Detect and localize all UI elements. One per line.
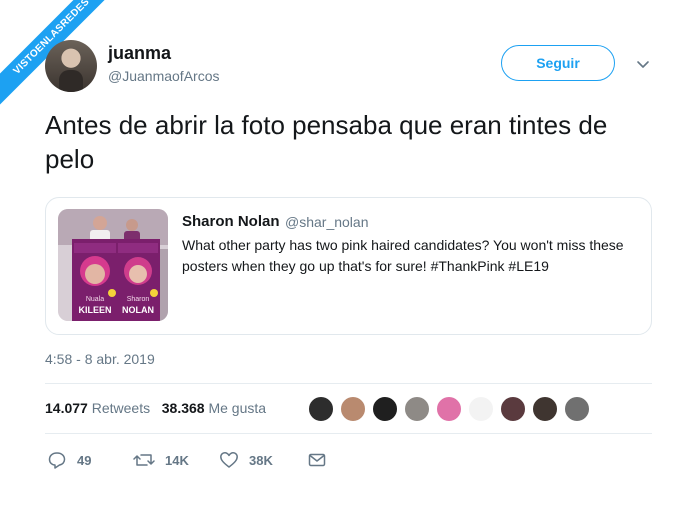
like-count: 38K: [249, 452, 273, 468]
liker-avatar[interactable]: [532, 396, 558, 422]
quoted-author-name[interactable]: Sharon Nolan: [182, 213, 280, 230]
reply-icon: [48, 452, 66, 469]
liker-avatar[interactable]: [436, 396, 462, 422]
author-name[interactable]: juanma: [108, 43, 171, 64]
envelope-icon: [308, 453, 326, 467]
liker-avatar[interactable]: [468, 396, 494, 422]
divider: [45, 383, 652, 384]
poster-left-last: KILEEN: [78, 305, 111, 315]
liker-avatar[interactable]: [372, 396, 398, 422]
follow-button[interactable]: Seguir: [501, 45, 615, 81]
liker-avatar[interactable]: [564, 396, 590, 422]
author-avatar[interactable]: [45, 40, 97, 92]
poster-right-first: Sharon: [127, 296, 150, 303]
tweet-text: Antes de abrir la foto pensaba que eran …: [45, 110, 608, 174]
liker-avatar[interactable]: [308, 396, 334, 422]
poster-left-first: Nuala: [86, 296, 104, 303]
like-action[interactable]: 38K: [219, 450, 273, 470]
retweets-label[interactable]: Retweets: [92, 400, 150, 416]
likes-label[interactable]: Me gusta: [208, 400, 266, 416]
engagement-stats: 14.077 Retweets 38.368 Me gusta: [45, 400, 266, 416]
retweet-count: 14K: [165, 452, 189, 468]
tweet-timestamp[interactable]: 4:58 - 8 abr. 2019: [45, 351, 155, 367]
quoted-tweet-image[interactable]: Nuala KILEEN Sharon NOLAN: [58, 209, 168, 321]
liker-avatar[interactable]: [404, 396, 430, 422]
divider: [45, 433, 652, 434]
liker-avatar[interactable]: [500, 396, 526, 422]
retweet-icon: [133, 454, 155, 466]
retweet-action[interactable]: 14K: [133, 450, 189, 470]
reply-action[interactable]: 49: [47, 450, 91, 470]
chevron-down-icon[interactable]: [634, 55, 652, 73]
direct-message-action[interactable]: [307, 450, 337, 470]
author-handle[interactable]: @JuanmaofArcos: [108, 68, 219, 84]
likes-count[interactable]: 38.368: [162, 400, 205, 416]
campaign-posters-image: Nuala KILEEN Sharon NOLAN: [58, 209, 168, 321]
liker-avatar[interactable]: [340, 396, 366, 422]
reply-count: 49: [77, 452, 92, 468]
quoted-author-handle[interactable]: @shar_nolan: [285, 214, 369, 230]
retweets-count[interactable]: 14.077: [45, 400, 88, 416]
heart-icon: [220, 452, 238, 468]
poster-right-last: NOLAN: [122, 305, 154, 315]
quoted-tweet-text: What other party has two pink haired can…: [182, 237, 624, 274]
